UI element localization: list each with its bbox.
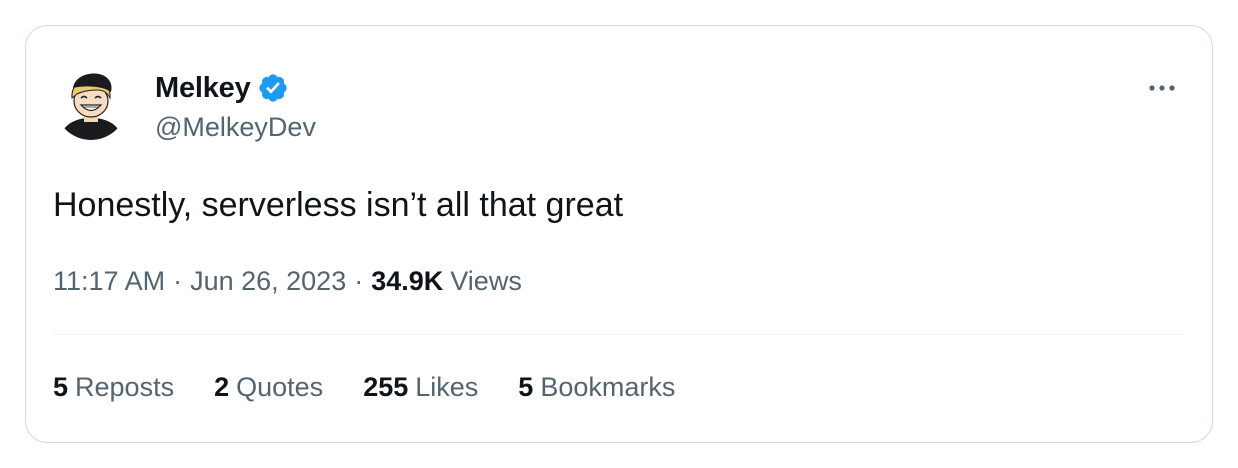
divider [53,334,1184,335]
quotes-count: 2 [214,372,230,402]
bookmarks-count: 5 [518,372,534,402]
quotes-stat[interactable]: 2 Quotes [214,372,323,403]
tweet-text: Honestly, serverless isn’t all that grea… [53,186,624,224]
bookmarks-label: Bookmarks [540,372,676,402]
reposts-stat[interactable]: 5 Reposts [53,372,174,403]
verified-badge-icon [257,72,289,104]
more-horizontal-icon[interactable] [1146,76,1178,100]
author-handle[interactable]: @MelkeyDev [155,112,316,143]
author-name-row: Melkey [155,70,289,106]
reposts-label: Reposts [75,372,175,402]
likes-label: Likes [415,372,479,402]
author-display-name[interactable]: Melkey [155,72,251,105]
avatar-image [59,73,123,140]
avatar[interactable] [55,68,127,140]
tweet-card: Melkey @MelkeyDev Honestly, serverless i… [25,25,1213,443]
likes-stat[interactable]: 255 Likes [363,372,478,403]
tweet-date[interactable]: Jun 26, 2023 [190,266,346,297]
reposts-count: 5 [53,372,69,402]
tweet-meta: 11:17 AM · Jun 26, 2023 · 34.9K Views [53,266,522,297]
quotes-label: Quotes [236,372,324,402]
engagement-stats: 5 Reposts 2 Quotes 255 Likes 5 Bookmarks [53,372,715,403]
likes-count: 255 [363,372,409,402]
views-count[interactable]: 34.9K [371,266,443,297]
meta-separator: · [354,266,364,296]
meta-separator: · [173,266,183,296]
bookmarks-stat[interactable]: 5 Bookmarks [518,372,675,403]
tweet-time[interactable]: 11:17 AM [53,266,165,297]
views-label[interactable]: Views [450,266,522,297]
